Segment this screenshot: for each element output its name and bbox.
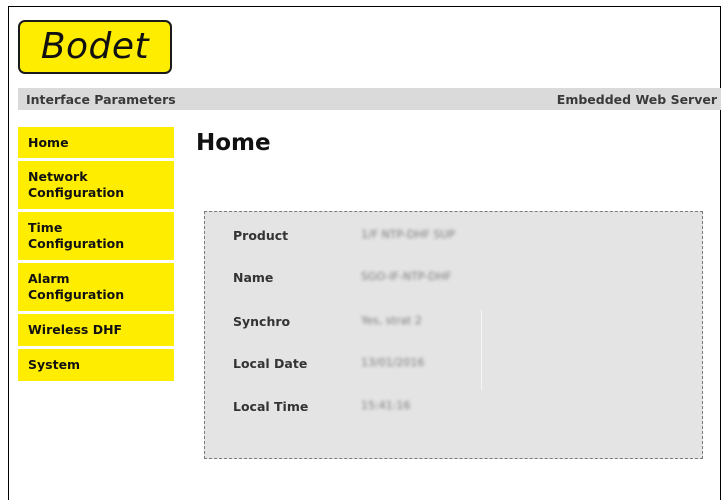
nav-item-network-configuration[interactable]: Network Configuration (18, 161, 174, 209)
field-value-product: 1/F NTP-DHF SUP (361, 228, 456, 241)
logo-text: Bodet (40, 26, 150, 67)
nav-item-label: Wireless DHF (28, 322, 123, 338)
field-label-local-date: Local Date (233, 356, 308, 371)
nav-item-label: Home (28, 134, 69, 150)
sidebar-nav: Home Network Configuration Time Configur… (18, 127, 174, 384)
nav-item-time-configuration[interactable]: Time Configuration (18, 212, 174, 260)
field-value-name: SGO-IF-NTP-DHF (361, 270, 452, 283)
header-right-label: Embedded Web Server (556, 91, 717, 107)
header-left-label: Interface Parameters (26, 91, 176, 107)
nav-item-label: System (28, 357, 81, 373)
nav-item-label: Alarm Configuration (28, 271, 125, 302)
field-value-synchro: Yes, strat 2 (361, 314, 422, 327)
field-label-synchro: Synchro (233, 314, 291, 329)
page-title: Home (196, 130, 271, 156)
nav-item-label: Time Configuration (28, 220, 125, 251)
nav-item-alarm-configuration[interactable]: Alarm Configuration (18, 263, 174, 311)
nav-item-home[interactable]: Home (18, 127, 174, 158)
field-value-local-date: 13/01/2016 (361, 356, 425, 369)
field-label-local-time: Local Time (233, 399, 309, 414)
field-label-name: Name (233, 270, 274, 285)
nav-item-label: Network Configuration (28, 169, 125, 200)
field-value-local-time: 15:41:16 (361, 399, 411, 412)
panel-divider (481, 310, 482, 390)
bodet-logo: Bodet (18, 20, 172, 74)
header-bar: Interface Parameters Embedded Web Server (18, 88, 721, 110)
field-label-product: Product (233, 228, 289, 243)
status-panel: Product 1/F NTP-DHF SUP Name SGO-IF-NTP-… (204, 211, 703, 459)
nav-item-wireless-dhf[interactable]: Wireless DHF (18, 314, 174, 346)
nav-item-system[interactable]: System (18, 349, 174, 381)
